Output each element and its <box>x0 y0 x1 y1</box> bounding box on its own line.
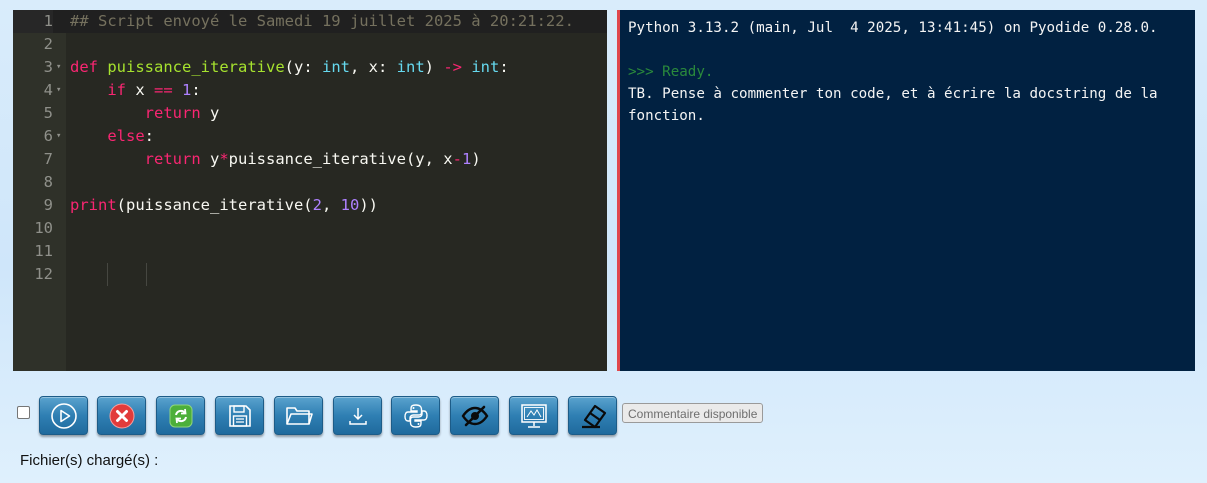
console-message: TB. Pense à commenter ton code, et à écr… <box>628 86 1167 124</box>
code-line[interactable]: 10 <box>13 217 607 240</box>
eye-slash-icon <box>461 405 488 426</box>
line-number: 1 <box>13 10 53 33</box>
clear-button[interactable] <box>568 396 617 435</box>
code-line[interactable]: 3 ▾ def puissance_iterative(y: int, x: int… <box>13 56 607 79</box>
comment-available-badge[interactable]: Commentaire disponible <box>622 403 764 423</box>
code-lines[interactable]: 1 ## Script envoyé le Samedi 19 juillet 2… <box>13 10 607 286</box>
indent-guide <box>107 263 108 286</box>
red-x-icon <box>109 403 134 428</box>
fold-arrow-icon[interactable]: ▾ <box>56 125 61 148</box>
run-button[interactable] <box>39 396 88 435</box>
console-banner: Python 3.13.2 (main, Jul 4 2025, 13:41:4… <box>628 20 1158 36</box>
line-number: 4 <box>43 81 53 99</box>
line-number: 6 <box>43 127 53 145</box>
code-line[interactable]: 9 print(puissance_iterative(2, 10)) <box>13 194 607 217</box>
code-text: else: <box>107 127 154 145</box>
code-line[interactable]: 6 ▾ else: <box>13 125 607 148</box>
code-line[interactable]: 7 return y*puissance_iterative(y, x-1) <box>13 148 607 171</box>
download-button[interactable] <box>333 396 382 435</box>
code-editor[interactable]: 1 ## Script envoyé le Samedi 19 juillet 2… <box>13 10 607 371</box>
fold-arrow-icon[interactable]: ▾ <box>56 79 61 102</box>
line-number: 7 <box>43 150 53 168</box>
console-ready-prompt: >>> Ready. <box>628 64 714 80</box>
fold-arrow-icon[interactable]: ▾ <box>56 56 61 79</box>
line-number: 2 <box>43 35 53 53</box>
refresh-icon <box>169 404 192 427</box>
code-text: ## Script envoyé le Samedi 19 juillet 20… <box>70 12 574 30</box>
open-button[interactable] <box>274 396 323 435</box>
eraser-icon <box>581 404 606 428</box>
code-text: def puissance_iterative(y: int, x: int) … <box>70 58 509 76</box>
code-line[interactable]: 5 return y <box>13 102 607 125</box>
code-line[interactable]: 4 ▾ if x == 1: <box>13 79 607 102</box>
monitor-icon <box>520 403 547 428</box>
hide-button[interactable] <box>450 396 499 435</box>
code-text: print(puissance_iterative(2, 10)) <box>70 196 378 214</box>
python-button[interactable] <box>391 396 440 435</box>
code-line[interactable]: 8 <box>13 171 607 194</box>
save-button[interactable] <box>215 396 264 435</box>
code-text: if x == 1: <box>107 81 201 99</box>
line-number: 8 <box>43 173 53 191</box>
line-number: 11 <box>34 242 53 260</box>
reload-button[interactable] <box>156 396 205 435</box>
code-line[interactable]: 11 <box>13 240 607 263</box>
folder-icon <box>285 406 313 425</box>
line-number: 3 <box>43 58 53 76</box>
python-console[interactable]: Python 3.13.2 (main, Jul 4 2025, 13:41:4… <box>617 10 1195 371</box>
option-checkbox[interactable] <box>17 406 30 419</box>
display-button[interactable] <box>509 396 558 435</box>
stop-button[interactable] <box>97 396 146 435</box>
code-line[interactable]: 2 <box>13 33 607 56</box>
code-text: return y <box>144 104 220 122</box>
download-icon <box>348 407 367 425</box>
line-number: 9 <box>43 196 53 214</box>
floppy-disk-icon <box>228 404 251 427</box>
line-number: 10 <box>34 219 53 237</box>
loaded-files-label: Fichier(s) chargé(s) : <box>20 452 159 469</box>
play-circle-icon <box>50 402 77 429</box>
toolbar: Commentaire disponible <box>0 394 1207 438</box>
code-text: return y*puissance_iterative(y, x-1) <box>144 150 481 168</box>
python-logo-icon <box>403 403 428 428</box>
code-line[interactable]: 12 <box>13 263 607 286</box>
line-number: 5 <box>43 104 53 122</box>
indent-guide <box>146 263 147 286</box>
code-line[interactable]: 1 ## Script envoyé le Samedi 19 juillet 2… <box>13 10 607 33</box>
line-number: 12 <box>34 265 53 283</box>
